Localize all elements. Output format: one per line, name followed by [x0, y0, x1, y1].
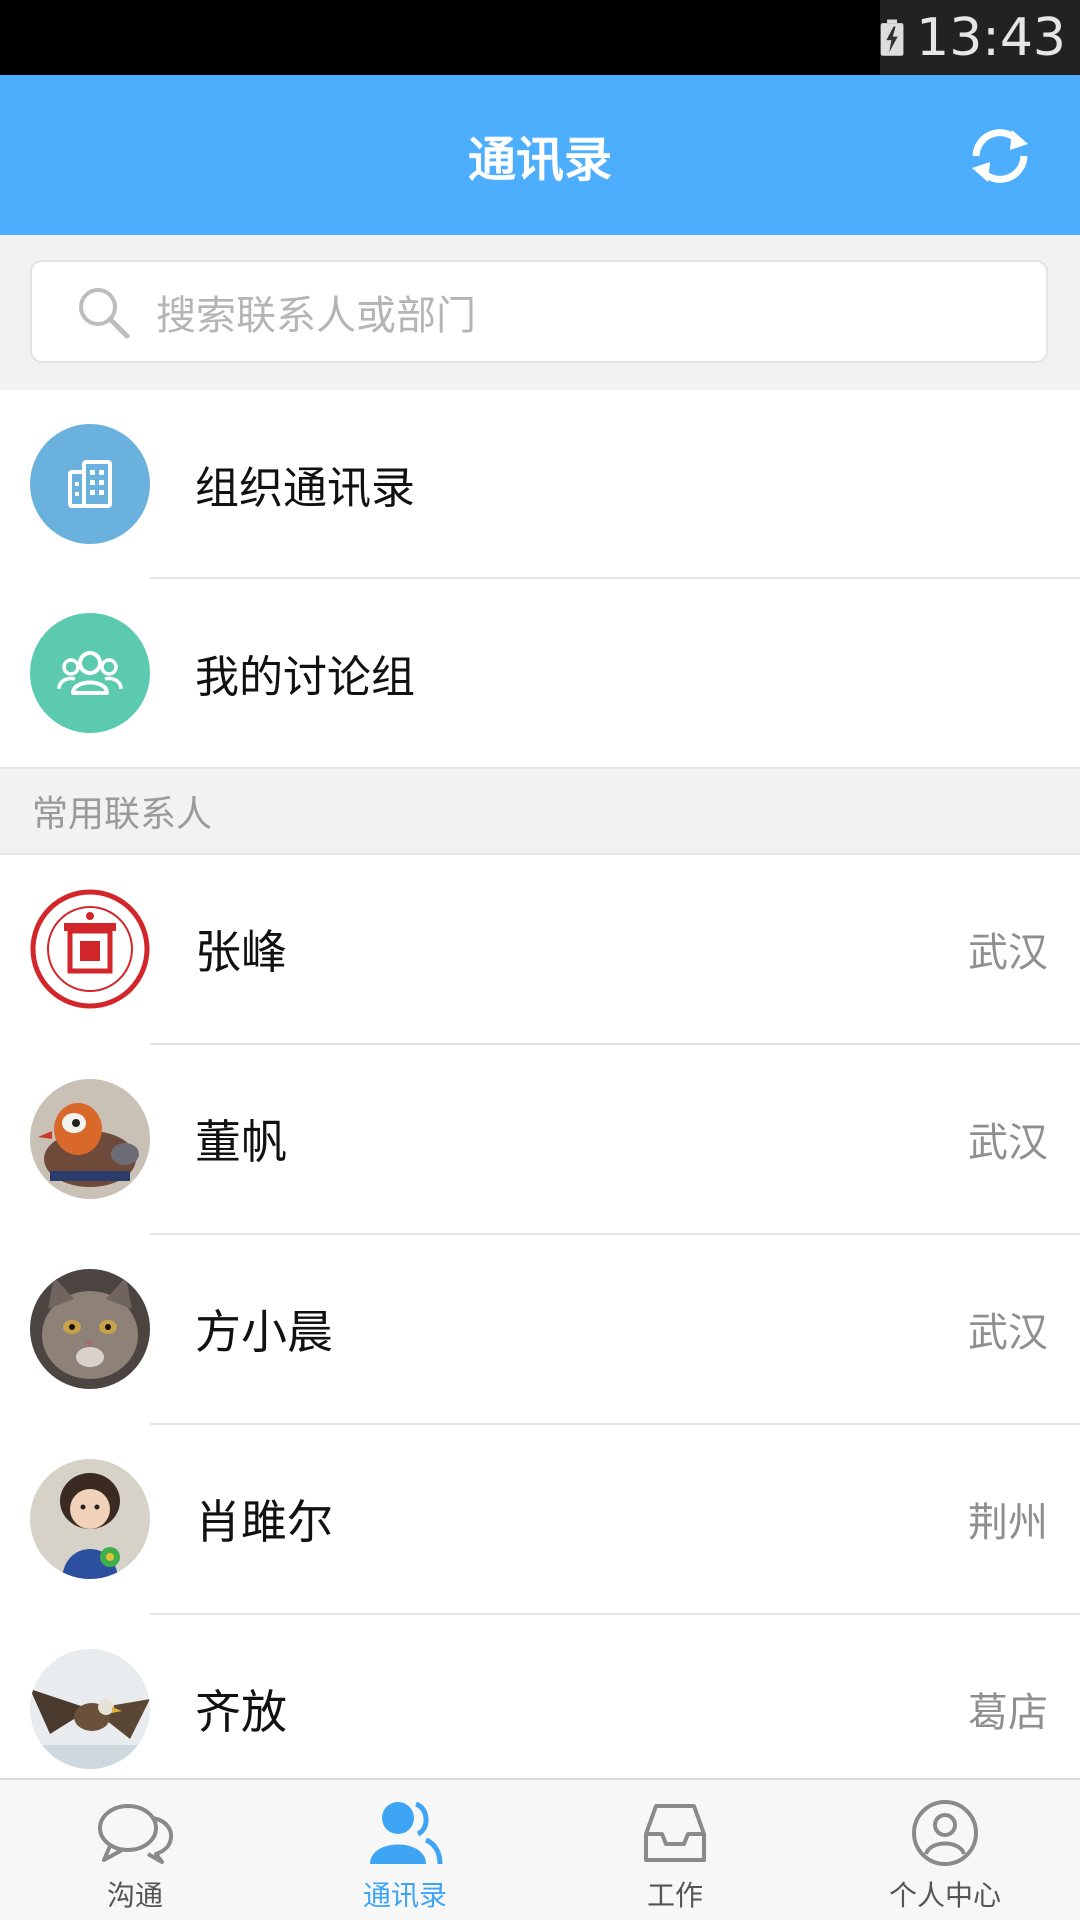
contact-row[interactable]: 肖雎尔 荆州 — [0, 1425, 1080, 1613]
contact-city: 葛店 — [968, 1690, 1048, 1736]
tab-work[interactable]: 工作 — [540, 1780, 810, 1920]
contact-city: 武汉 — [968, 930, 1048, 976]
tab-chat[interactable]: 沟通 — [0, 1780, 270, 1920]
tab-profile[interactable]: 个人中心 — [810, 1780, 1080, 1920]
contact-row[interactable]: 方小晨 武汉 — [0, 1235, 1080, 1423]
tab-label: 个人中心 — [888, 1879, 1001, 1912]
tab-label: 工作 — [646, 1879, 703, 1912]
section-header-frequent-contacts: 常用联系人 — [0, 767, 1080, 855]
status-right: 13:43 — [880, 0, 1080, 75]
my-groups-avatar — [30, 613, 150, 733]
refresh-icon — [972, 129, 1028, 183]
search-area: 搜索联系人或部门 — [0, 235, 1080, 390]
menu-item-org-directory[interactable]: 组织通讯录 — [0, 390, 1080, 578]
org-directory-avatar — [30, 424, 150, 544]
contact-row[interactable]: 齐放 葛店 — [0, 1615, 1080, 1778]
title-bar: 通讯录 — [0, 75, 1080, 235]
menu-item-label: 我的讨论组 — [195, 652, 415, 703]
bottom-tab-bar: 沟通 通讯录 工作 个人中心 — [0, 1778, 1080, 1920]
avatar — [30, 889, 150, 1009]
menu-item-label: 组织通讯录 — [195, 463, 415, 514]
group-icon — [57, 651, 123, 695]
search-input[interactable]: 搜索联系人或部门 — [30, 260, 1048, 363]
tab-label: 沟通 — [106, 1879, 163, 1912]
contacts-icon — [370, 1801, 443, 1865]
contact-city: 武汉 — [968, 1310, 1048, 1356]
contact-name: 齐放 — [195, 1685, 287, 1739]
contact-name: 方小晨 — [195, 1305, 333, 1359]
tab-label: 通讯录 — [362, 1879, 447, 1912]
person-icon — [912, 1800, 978, 1866]
menu-item-my-groups[interactable]: 我的讨论组 — [0, 579, 1080, 767]
avatar — [30, 1269, 150, 1389]
contact-city: 武汉 — [968, 1120, 1048, 1166]
search-icon — [79, 287, 130, 338]
contact-row[interactable]: 张峰 武汉 — [0, 855, 1080, 1043]
inbox-icon — [644, 1804, 706, 1862]
avatar — [30, 1079, 150, 1199]
contact-row[interactable]: 董帆 武汉 — [0, 1045, 1080, 1233]
page-title: 通讯录 — [467, 132, 612, 188]
battery-charging-icon — [880, 19, 904, 56]
cat-photo-avatar — [30, 1269, 150, 1389]
section-title: 常用联系人 — [32, 794, 213, 835]
building-icon — [68, 460, 112, 508]
seal-logo-avatar — [30, 889, 150, 1009]
eagle-photo-avatar — [30, 1649, 150, 1769]
chat-icon — [98, 1804, 173, 1864]
status-bar: 13:43 — [0, 0, 1080, 75]
refresh-button[interactable] — [964, 120, 1036, 192]
avatar — [30, 1459, 150, 1579]
contact-name: 董帆 — [195, 1115, 287, 1169]
contact-name: 肖雎尔 — [195, 1495, 333, 1549]
contact-city: 荆州 — [968, 1500, 1048, 1546]
avatar — [30, 1649, 150, 1769]
search-placeholder: 搜索联系人或部门 — [156, 292, 476, 339]
status-time: 13:43 — [916, 7, 1066, 68]
contact-name: 张峰 — [195, 925, 287, 979]
duck-photo-avatar — [30, 1079, 150, 1199]
tab-contacts[interactable]: 通讯录 — [270, 1780, 540, 1920]
baby-photo-avatar — [30, 1459, 150, 1579]
